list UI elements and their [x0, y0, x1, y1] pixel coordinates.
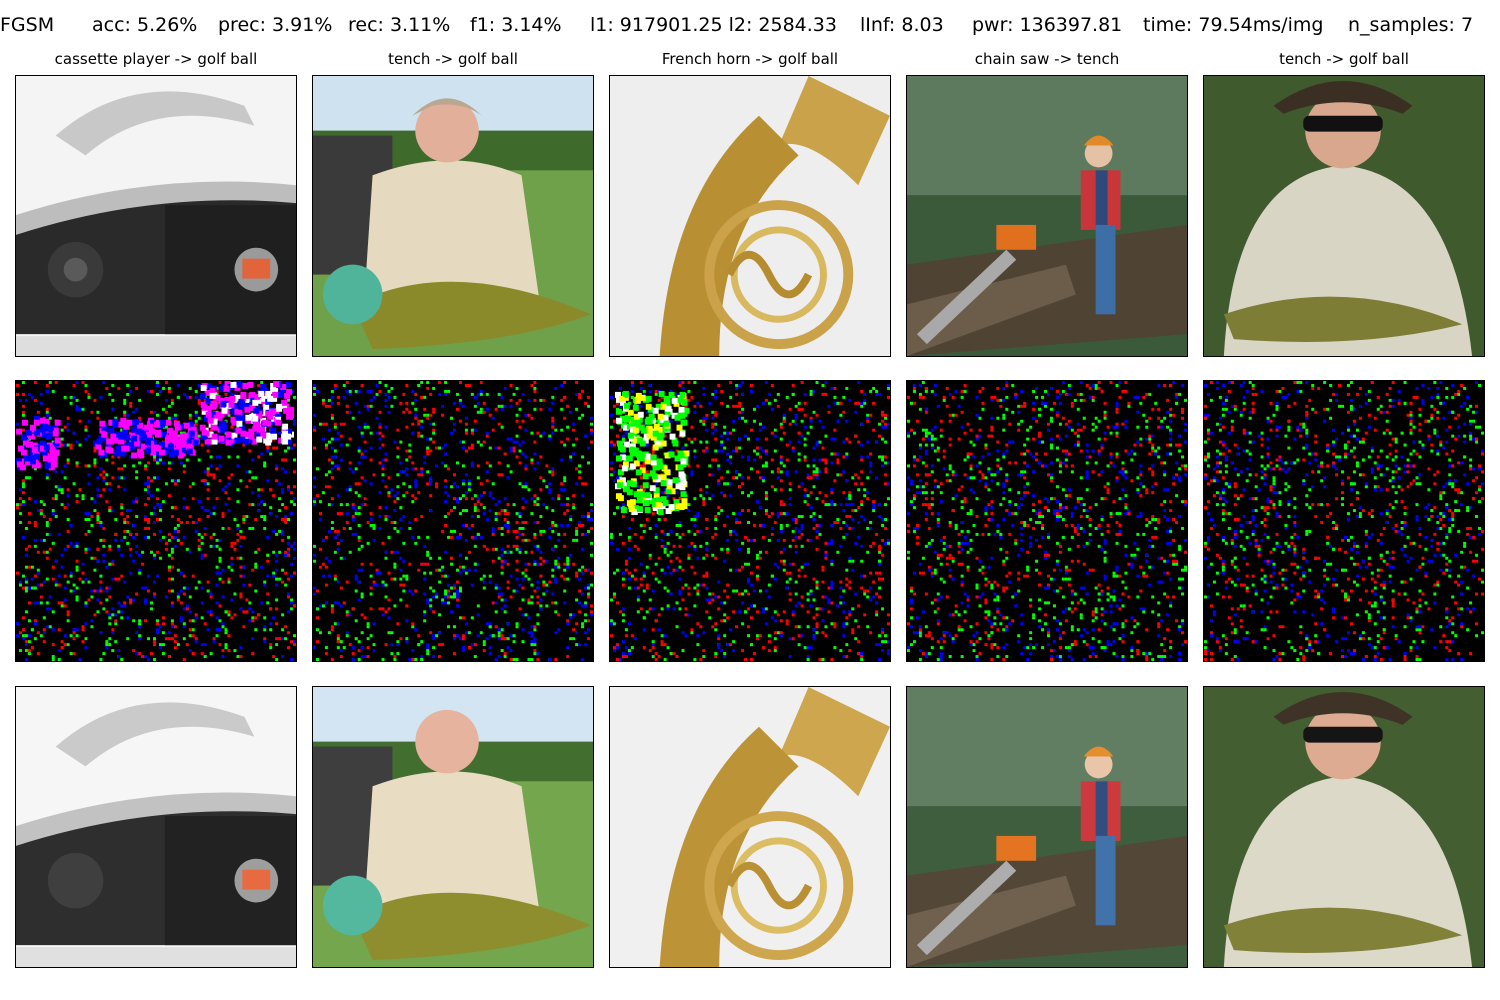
column-title-4: chain saw -> tench	[974, 50, 1120, 68]
acc-metric: acc: 5.26%	[92, 14, 198, 36]
perturbation-noise-1	[16, 381, 296, 661]
adversarial-image-2	[312, 686, 594, 968]
prec-metric: prec: 3.91%	[218, 14, 333, 36]
lumberjack-icon	[907, 687, 1187, 967]
perturbation-noise-2	[313, 381, 593, 661]
column-title-3: French horn -> golf ball	[661, 50, 839, 68]
original-image-2	[312, 75, 594, 357]
woman-with-fish-icon	[313, 687, 593, 967]
original-image-1	[15, 75, 297, 357]
lumberjack-icon	[907, 76, 1187, 356]
perturbation-noise-5	[1204, 381, 1484, 661]
perturbation-image-1	[15, 380, 297, 662]
rec-metric: rec: 3.11%	[348, 14, 451, 36]
column-title-1: cassette player -> golf ball	[54, 50, 258, 68]
pwr-metric: pwr: 136397.81	[972, 14, 1123, 36]
original-image-4	[906, 75, 1188, 357]
n-samples-metric: n_samples: 7	[1348, 14, 1474, 36]
method-label: FGSM	[0, 14, 55, 36]
perturbation-image-2	[312, 380, 594, 662]
perturbation-image-4	[906, 380, 1188, 662]
metrics-header: FGSM acc: 5.26% prec: 3.91% rec: 3.11% f…	[0, 14, 1500, 44]
perturbation-noise-3	[610, 381, 890, 661]
column-title-5: tench -> golf ball	[1279, 50, 1409, 68]
boombox-icon	[16, 687, 296, 967]
perturbation-image-3	[609, 380, 891, 662]
french-horn-icon	[610, 687, 890, 967]
adversarial-image-5	[1203, 686, 1485, 968]
french-horn-icon	[610, 76, 890, 356]
adversarial-image-1	[15, 686, 297, 968]
adversarial-image-3	[609, 686, 891, 968]
original-image-5	[1203, 75, 1485, 357]
woman-with-fish-icon	[313, 76, 593, 356]
man-with-fish-icon	[1204, 76, 1484, 356]
f1-metric: f1: 3.14%	[470, 14, 562, 36]
time-metric: time: 79.54ms/img	[1143, 14, 1324, 36]
boombox-icon	[16, 76, 296, 356]
original-image-3	[609, 75, 891, 357]
column-title-2: tench -> golf ball	[388, 50, 518, 68]
man-with-fish-icon	[1204, 687, 1484, 967]
l1-l2-metric: l1: 917901.25 l2: 2584.33	[590, 14, 837, 36]
linf-metric: lInf: 8.03	[860, 14, 944, 36]
perturbation-image-5	[1203, 380, 1485, 662]
perturbation-noise-4	[907, 381, 1187, 661]
adversarial-image-4	[906, 686, 1188, 968]
